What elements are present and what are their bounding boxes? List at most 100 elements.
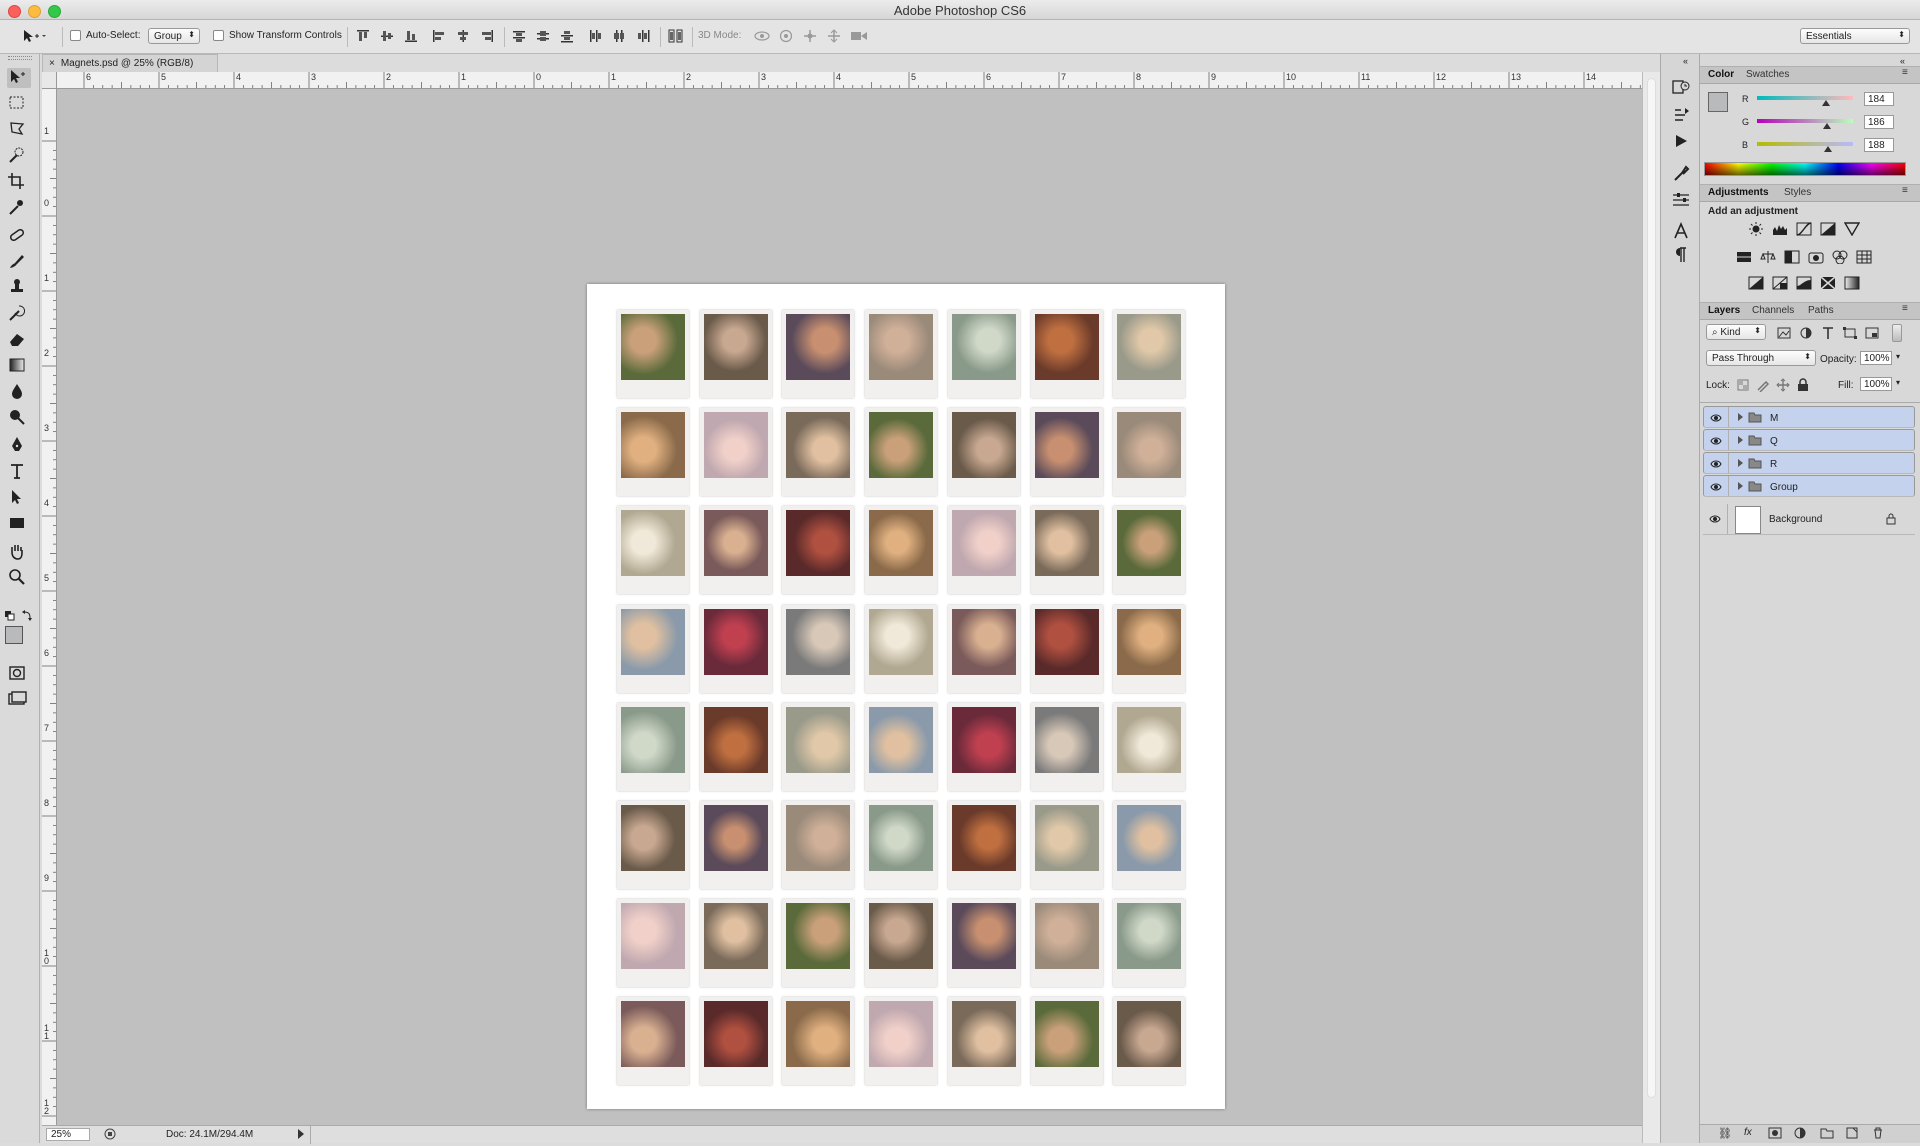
blue-value-field[interactable]: 188 bbox=[1864, 138, 1894, 152]
red-value-field[interactable]: 184 bbox=[1864, 92, 1894, 106]
new-group-icon[interactable] bbox=[1820, 1127, 1834, 1142]
character-panel-icon[interactable] bbox=[1671, 221, 1691, 240]
auto-select-checkbox[interactable] bbox=[70, 30, 81, 41]
layer-row-m[interactable]: M bbox=[1703, 406, 1915, 428]
paragraph-panel-icon[interactable] bbox=[1671, 246, 1691, 264]
fill-field[interactable]: 100% bbox=[1860, 377, 1892, 391]
opacity-field[interactable]: 100% bbox=[1860, 351, 1892, 365]
close-document-icon[interactable]: × bbox=[49, 58, 55, 69]
align-horizontal-centers-icon[interactable] bbox=[456, 29, 470, 43]
collapse-panels-icon[interactable]: « bbox=[1900, 56, 1905, 66]
posterize-icon[interactable] bbox=[1772, 276, 1788, 290]
3d-slide-icon[interactable] bbox=[826, 29, 840, 43]
auto-align-layers-icon[interactable] bbox=[668, 29, 683, 43]
tab-styles[interactable]: Styles bbox=[1784, 187, 1811, 198]
red-slider-thumb[interactable] bbox=[1822, 100, 1831, 106]
distribute-left-icon[interactable] bbox=[588, 29, 602, 43]
brush-panel-icon[interactable] bbox=[1671, 164, 1691, 182]
quick-mask-icon[interactable] bbox=[7, 664, 31, 684]
expand-group-icon[interactable] bbox=[1738, 482, 1743, 490]
hand-tool[interactable] bbox=[7, 542, 31, 562]
eyedropper-tool[interactable] bbox=[7, 198, 31, 218]
color-lookup-icon[interactable] bbox=[1856, 250, 1872, 264]
visibility-eye-icon[interactable] bbox=[1709, 514, 1721, 524]
expand-group-icon[interactable] bbox=[1738, 436, 1743, 444]
filter-shape-icon[interactable] bbox=[1842, 326, 1858, 340]
filter-adjustment-icon[interactable] bbox=[1798, 326, 1814, 340]
color-panel-foreground-swatch[interactable] bbox=[1708, 92, 1728, 112]
panel-menu-icon[interactable]: ≡ bbox=[1902, 303, 1908, 314]
distribute-horizontal-centers-icon[interactable] bbox=[612, 29, 626, 43]
layer-row-background[interactable]: Background bbox=[1703, 504, 1915, 535]
distribute-vertical-centers-icon[interactable] bbox=[536, 29, 550, 43]
filter-toggle-switch[interactable] bbox=[1892, 324, 1902, 342]
vertical-ruler[interactable]: 101234567891 01 11 2 bbox=[42, 89, 57, 1125]
vertical-scrollbar[interactable] bbox=[1642, 72, 1660, 1143]
blue-slider-thumb[interactable] bbox=[1824, 146, 1833, 152]
show-transform-checkbox[interactable] bbox=[213, 30, 224, 41]
vibrance-icon[interactable] bbox=[1843, 222, 1861, 237]
panel-menu-icon[interactable]: ≡ bbox=[1902, 185, 1908, 196]
align-vertical-centers-icon[interactable] bbox=[380, 29, 394, 43]
distribute-top-icon[interactable] bbox=[512, 29, 526, 43]
align-right-edges-icon[interactable] bbox=[480, 29, 494, 43]
quick-selection-tool[interactable] bbox=[7, 146, 31, 166]
visibility-eye-icon[interactable] bbox=[1710, 482, 1722, 492]
ruler-origin[interactable] bbox=[42, 72, 57, 89]
add-mask-icon[interactable] bbox=[1768, 1127, 1782, 1142]
green-slider[interactable] bbox=[1757, 119, 1853, 129]
path-selection-tool[interactable] bbox=[7, 488, 31, 508]
pen-tool[interactable] bbox=[7, 436, 31, 456]
gradient-map-icon[interactable] bbox=[1844, 276, 1860, 290]
history-brush-tool[interactable] bbox=[7, 304, 31, 324]
filter-type-icon[interactable] bbox=[1820, 326, 1836, 340]
screen-mode-icon[interactable] bbox=[7, 690, 31, 710]
3d-scale-icon[interactable] bbox=[850, 29, 867, 43]
tab-swatches[interactable]: Swatches bbox=[1746, 69, 1789, 80]
tool-presets-icon[interactable] bbox=[1671, 190, 1691, 208]
default-colors-icon[interactable] bbox=[4, 610, 34, 622]
visibility-eye-icon[interactable] bbox=[1710, 413, 1722, 423]
zoom-level-field[interactable]: 25% bbox=[46, 1128, 90, 1141]
clone-stamp-tool[interactable] bbox=[7, 278, 31, 298]
layer-filter-kind-dropdown[interactable]: ⌕ Kind ⬍ bbox=[1706, 324, 1766, 340]
tab-paths[interactable]: Paths bbox=[1808, 305, 1834, 316]
expand-group-icon[interactable] bbox=[1738, 459, 1743, 467]
crop-tool[interactable] bbox=[7, 172, 31, 192]
lock-image-pixels-icon[interactable] bbox=[1756, 378, 1772, 393]
status-info-icon[interactable] bbox=[104, 1128, 116, 1140]
new-layer-icon[interactable] bbox=[1846, 1127, 1858, 1142]
brightness-contrast-icon[interactable] bbox=[1748, 222, 1764, 236]
photo-filter-icon[interactable] bbox=[1808, 250, 1824, 264]
layer-row-r[interactable]: R bbox=[1703, 452, 1915, 474]
channel-mixer-icon[interactable] bbox=[1832, 250, 1848, 265]
visibility-eye-icon[interactable] bbox=[1710, 436, 1722, 446]
status-menu-arrow-icon[interactable] bbox=[298, 1129, 304, 1139]
tab-channels[interactable]: Channels bbox=[1752, 305, 1794, 316]
exposure-icon[interactable] bbox=[1820, 222, 1836, 236]
distribute-right-icon[interactable] bbox=[636, 29, 650, 43]
move-tool[interactable] bbox=[7, 68, 31, 88]
link-layers-icon[interactable]: ⛓ bbox=[1718, 1127, 1732, 1140]
horizontal-ruler[interactable]: 6 5 4 3 2 1 0 1 2 3 4 5 6 7 8 9 10 11 12 13 14 bbox=[42, 72, 1642, 89]
history-panel-icon[interactable] bbox=[1671, 78, 1691, 96]
distribute-bottom-icon[interactable] bbox=[560, 29, 574, 43]
scrollbar-thumb[interactable] bbox=[1647, 78, 1656, 1098]
lock-all-icon[interactable] bbox=[1796, 378, 1812, 392]
green-slider-thumb[interactable] bbox=[1823, 123, 1832, 129]
levels-icon[interactable] bbox=[1772, 222, 1788, 236]
3d-rotate-icon[interactable] bbox=[754, 29, 770, 43]
play-panel-icon[interactable] bbox=[1671, 132, 1691, 150]
tab-adjustments[interactable]: Adjustments bbox=[1708, 187, 1769, 198]
align-bottom-edges-icon[interactable] bbox=[404, 29, 418, 43]
document-tab[interactable]: × Magnets.psd @ 25% (RGB/8) bbox=[42, 54, 218, 72]
rectangle-tool[interactable] bbox=[7, 514, 31, 534]
new-adjustment-icon[interactable] bbox=[1794, 1127, 1806, 1142]
invert-icon[interactable] bbox=[1748, 276, 1764, 290]
brush-tool[interactable] bbox=[7, 252, 31, 272]
dodge-tool[interactable] bbox=[7, 408, 31, 428]
layer-row-group[interactable]: Group bbox=[1703, 475, 1915, 497]
layer-style-fx-icon[interactable]: fx bbox=[1744, 1127, 1752, 1138]
expand-group-icon[interactable] bbox=[1738, 413, 1743, 421]
zoom-tool[interactable] bbox=[7, 568, 31, 588]
